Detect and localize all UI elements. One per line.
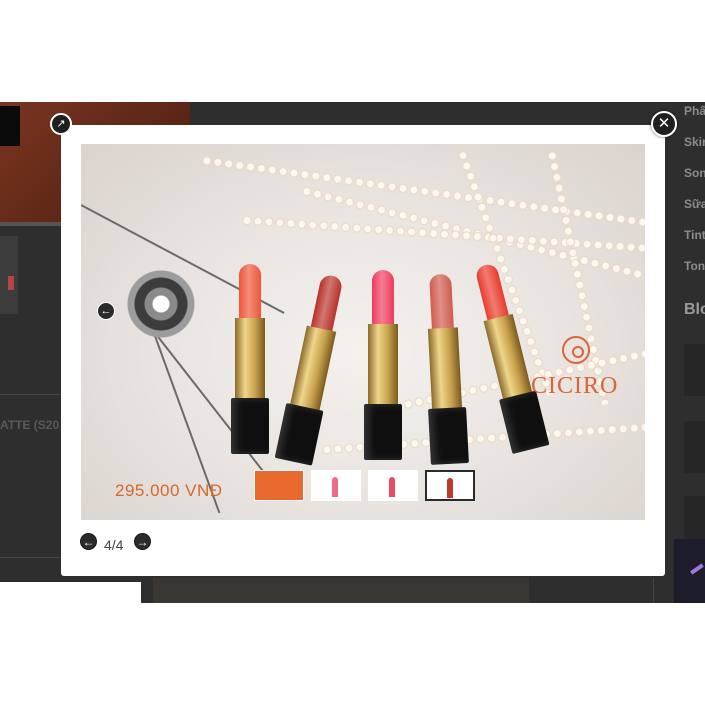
background-thumbnail (0, 236, 18, 314)
lipstick-bullet (372, 270, 394, 326)
thumbnail[interactable] (311, 470, 361, 501)
lipstick-bullet (239, 264, 261, 320)
sidebar-category: Tint (684, 228, 705, 242)
image-counter: 4/4 (104, 537, 124, 553)
close-icon[interactable]: ✕ (651, 111, 677, 137)
sidebar-category: Skir (684, 135, 705, 149)
thumbnail[interactable] (368, 470, 418, 501)
background-divider (653, 578, 654, 603)
chat-widget[interactable] (674, 539, 705, 603)
brand-name: CICIRO (531, 373, 619, 399)
background-divider (0, 557, 62, 558)
expand-icon[interactable]: ↗ (50, 113, 72, 135)
lightbox-dialog: CICIRO 295.000 VNĐ ← ← 4/4 → (61, 125, 665, 576)
lipstick (364, 270, 404, 460)
lightbox-image[interactable]: CICIRO 295.000 VNĐ ← (81, 144, 645, 520)
image-prev-icon[interactable]: ← (97, 302, 115, 320)
thumbnail[interactable] (425, 470, 475, 501)
sidebar-category: Sữa (684, 197, 705, 211)
sidebar-category: Phấ (684, 104, 705, 118)
lipstick-bullet (429, 273, 454, 331)
sidebar-blog-thumbnail (684, 344, 705, 396)
background-bottom-image (153, 578, 529, 603)
arrow-left-icon[interactable]: ← (80, 533, 97, 550)
sidebar-blog-thumbnail (684, 421, 705, 473)
lipstick (274, 272, 354, 466)
lipstick (231, 264, 271, 454)
lipstick (421, 273, 471, 465)
background-product-name: ATTE (S20 (0, 418, 60, 432)
arrow-right-icon[interactable]: → (134, 533, 151, 550)
background-sidebar: Phấ Skir Son Sữa Tint Ton Blo (684, 102, 705, 603)
background-white-panel (0, 582, 141, 603)
brand-logo-icon (562, 336, 590, 364)
sidebar-blog-heading: Blo (684, 301, 705, 318)
background-divider (0, 394, 62, 395)
sidebar-category: Ton (684, 259, 705, 273)
lipstick-bullet (474, 262, 510, 323)
lipstick-bullet (310, 273, 344, 333)
brooch-decoration (121, 264, 201, 344)
sidebar-category: Son (684, 166, 705, 180)
thumbnail[interactable] (254, 470, 304, 501)
price-text: 295.000 VNĐ (115, 481, 223, 500)
